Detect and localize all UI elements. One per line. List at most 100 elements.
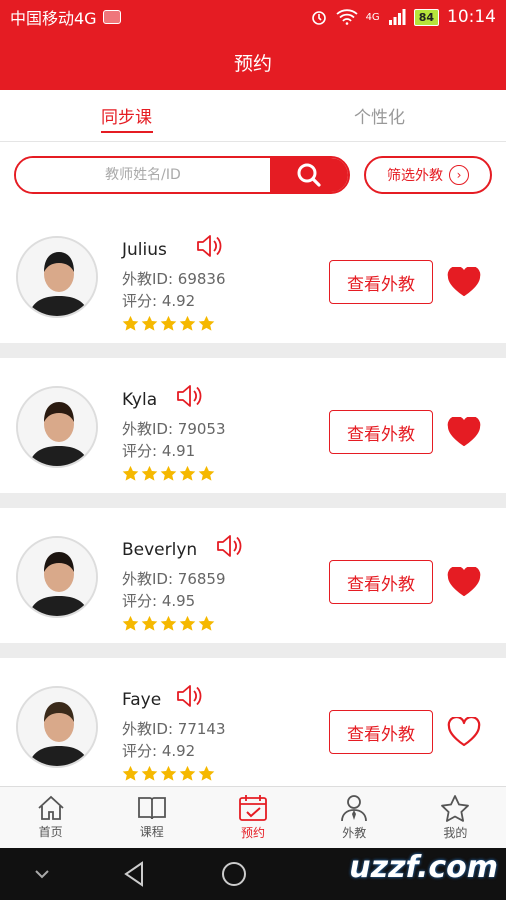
favorite-button[interactable] — [447, 265, 481, 299]
teacher-name: Kyla — [122, 390, 158, 410]
rating-star-icon — [198, 465, 215, 481]
teacher-card[interactable]: Julius 外教ID: 69836 评分: 4.92 查看外教 — [0, 208, 506, 343]
rating-star-icon — [198, 765, 215, 781]
rating-stars — [122, 615, 215, 632]
heart-icon — [447, 715, 481, 747]
rating-star-icon — [141, 315, 158, 331]
avatar[interactable] — [16, 236, 98, 318]
rating-stars — [122, 765, 215, 782]
speaker-icon — [177, 685, 202, 707]
back-icon — [124, 861, 143, 887]
teacher-id: 外教ID: 76859 — [122, 570, 226, 588]
view-teacher-button[interactable]: 查看外教 — [329, 260, 433, 304]
search-icon — [297, 163, 321, 187]
play-audio-button[interactable] — [216, 534, 244, 562]
rating-star-icon — [160, 765, 177, 781]
rating-star-icon — [122, 315, 139, 331]
watermark-logo: uzzf.com — [349, 850, 498, 885]
teacher-icon — [341, 795, 368, 822]
avatar[interactable] — [16, 536, 98, 618]
teacher-name: Julius — [122, 240, 167, 260]
home-icon — [37, 795, 64, 820]
rating-star-icon — [160, 615, 177, 631]
rating-star-icon — [179, 315, 196, 331]
rating-star-icon — [160, 315, 177, 331]
carrier-label: 中国移动4G — [10, 9, 97, 28]
nav-home[interactable]: 首页 — [0, 787, 101, 848]
search-button[interactable] — [270, 158, 348, 192]
nav-booking[interactable]: 预约 — [202, 787, 303, 848]
chevron-down-icon — [35, 870, 49, 879]
rating-star-icon — [198, 615, 215, 631]
view-teacher-button[interactable]: 查看外教 — [329, 410, 433, 454]
teacher-score: 评分: 4.95 — [122, 592, 196, 610]
status-bar: 中国移动4G 4G 84 10:14 — [0, 0, 506, 34]
avatar-photo — [18, 388, 96, 466]
clock: 10:14 — [447, 7, 496, 27]
tab-sync-course[interactable]: 同步课 — [0, 90, 253, 141]
rating-stars — [122, 315, 215, 332]
watermark-text: uzzf.com — [349, 850, 498, 885]
back-button[interactable] — [84, 861, 184, 887]
nav-course[interactable]: 课程 — [101, 787, 202, 848]
play-audio-button[interactable] — [176, 684, 204, 712]
search-input[interactable] — [16, 158, 270, 192]
hide-keyboard-button[interactable] — [0, 869, 84, 879]
view-teacher-button[interactable]: 查看外教 — [329, 560, 433, 604]
wifi-icon — [335, 9, 358, 25]
teacher-card[interactable]: Kyla 外教ID: 79053 评分: 4.91 查看外教 — [0, 358, 506, 493]
teacher-id: 外教ID: 69836 — [122, 270, 226, 288]
book-icon — [137, 797, 166, 820]
heart-icon — [447, 265, 481, 297]
circle-icon — [222, 862, 246, 886]
teacher-score: 评分: 4.92 — [122, 742, 196, 760]
nav-mine[interactable]: 我的 — [405, 787, 506, 848]
rating-star-icon — [198, 315, 215, 331]
teacher-list[interactable]: Julius 外教ID: 69836 评分: 4.92 查看外教 Kyla 外教… — [0, 208, 506, 786]
rating-stars — [122, 465, 215, 482]
avatar-photo — [18, 238, 96, 316]
rating-star-icon — [179, 465, 196, 481]
rating-star-icon — [160, 465, 177, 481]
speaker-icon — [177, 385, 202, 407]
calendar-icon — [239, 795, 267, 821]
view-teacher-button[interactable]: 查看外教 — [329, 710, 433, 754]
teacher-name: Faye — [122, 690, 162, 710]
alarm-icon — [311, 11, 326, 25]
rating-star-icon — [122, 615, 139, 631]
star-icon — [441, 795, 470, 822]
rating-star-icon — [122, 765, 139, 781]
home-button[interactable] — [184, 860, 284, 888]
teacher-score: 评分: 4.91 — [122, 442, 196, 460]
teacher-card[interactable]: Beverlyn 外教ID: 76859 评分: 4.95 查看外教 — [0, 508, 506, 643]
teacher-id: 外教ID: 77143 — [122, 720, 226, 738]
play-audio-button[interactable] — [196, 234, 224, 262]
rating-star-icon — [122, 465, 139, 481]
page-title: 预约 — [233, 52, 272, 75]
avatar[interactable] — [16, 686, 98, 768]
avatar-photo — [18, 688, 96, 766]
network-type: 4G — [365, 11, 380, 23]
search-box — [14, 156, 350, 194]
avatar-photo — [18, 538, 96, 616]
signal-icon — [388, 9, 406, 25]
avatar[interactable] — [16, 386, 98, 468]
filter-teacher-button[interactable]: 筛选外教 › — [364, 156, 492, 194]
favorite-button[interactable] — [447, 715, 481, 749]
nav-teacher[interactable]: 外教 — [304, 787, 405, 848]
sim-icon — [102, 10, 121, 24]
heart-icon — [447, 565, 481, 597]
rating-star-icon — [179, 765, 196, 781]
favorite-button[interactable] — [447, 415, 481, 449]
search-row: 筛选外教 › — [0, 142, 506, 208]
heart-icon — [447, 415, 481, 447]
teacher-card[interactable]: Faye 外教ID: 77143 评分: 4.92 查看外教 — [0, 658, 506, 786]
tab-personalized[interactable]: 个性化 — [253, 90, 506, 141]
filter-label: 筛选外教 — [387, 168, 443, 184]
speaker-icon — [217, 535, 242, 557]
play-audio-button[interactable] — [176, 384, 204, 412]
rating-star-icon — [141, 765, 158, 781]
favorite-button[interactable] — [447, 565, 481, 599]
rating-star-icon — [179, 615, 196, 631]
chevron-right-icon: › — [449, 165, 469, 185]
